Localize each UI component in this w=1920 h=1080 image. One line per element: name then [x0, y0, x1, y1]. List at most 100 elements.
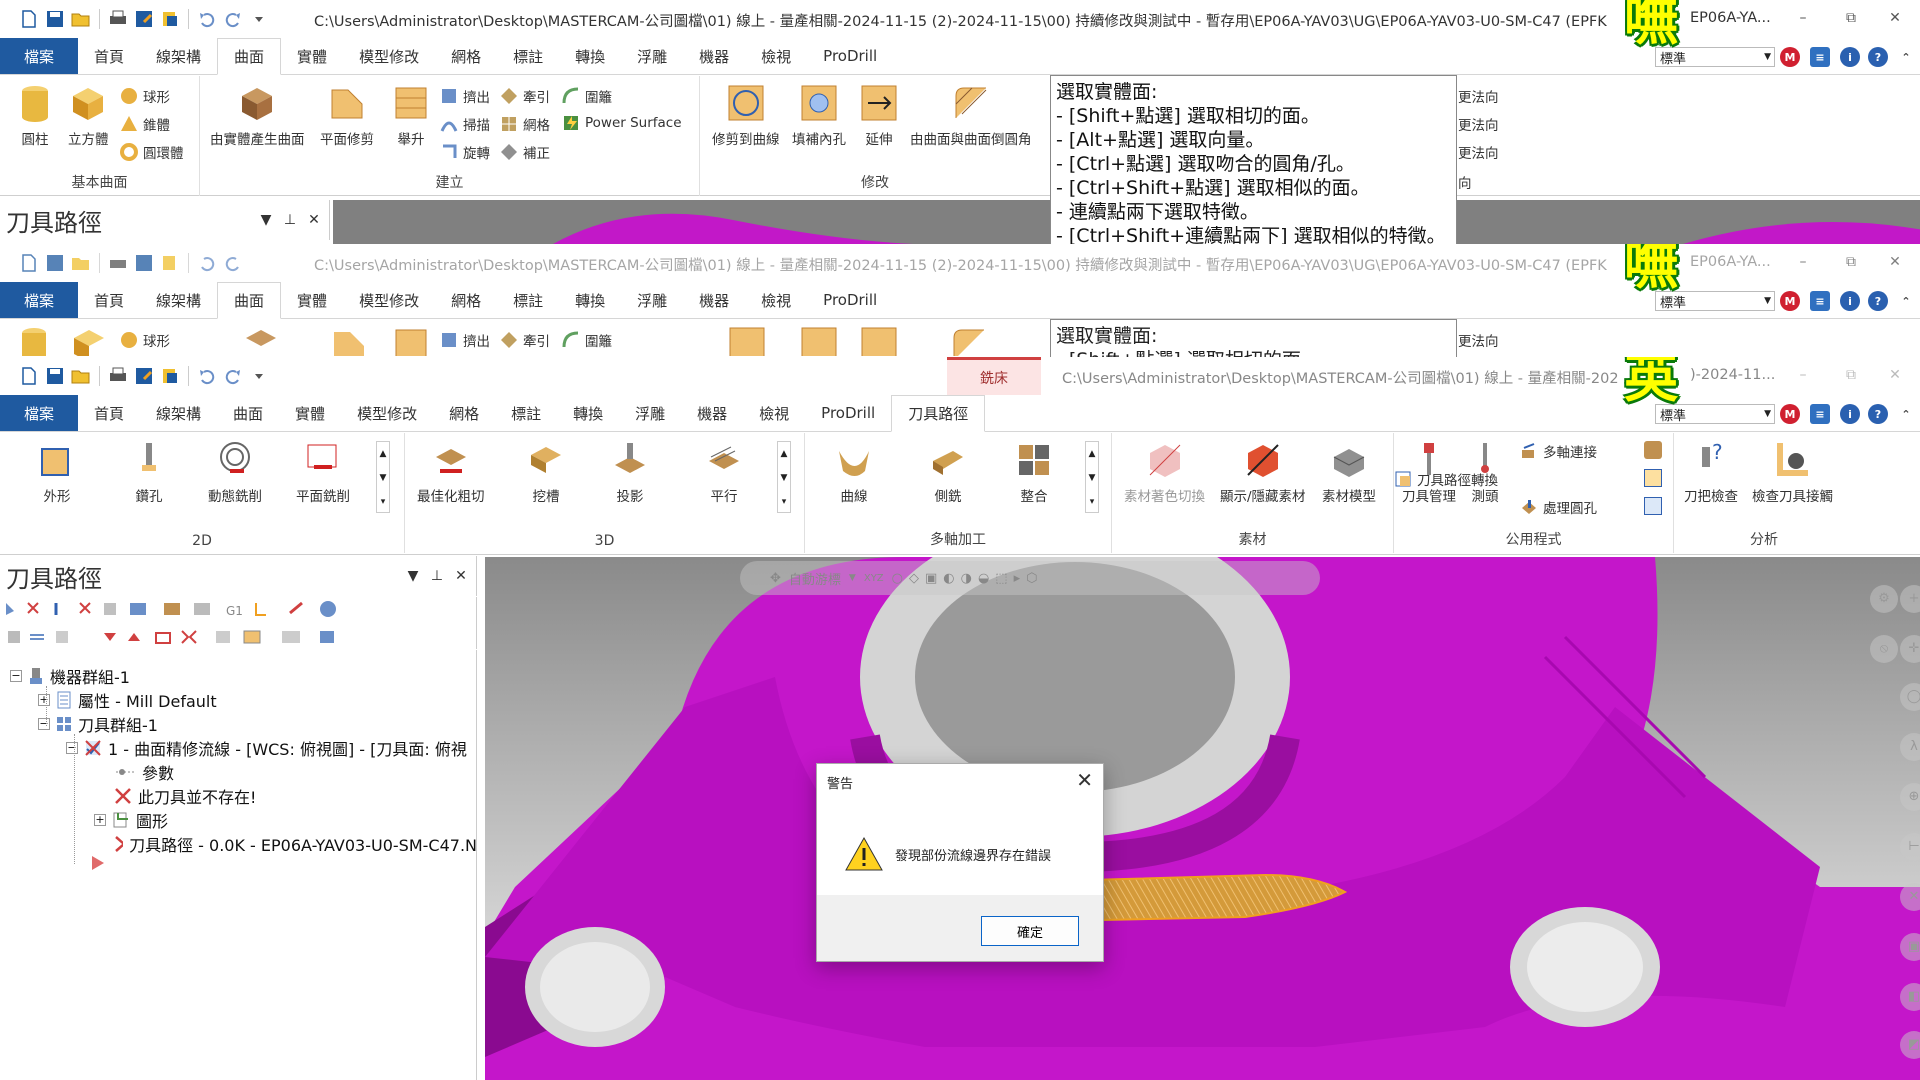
- tab-prodrill[interactable]: ProDrill: [807, 282, 893, 318]
- tab-solids[interactable]: 實體: [279, 395, 341, 431]
- draft-button[interactable]: 牽引: [500, 86, 550, 106]
- tab-view[interactable]: 檢視: [743, 395, 805, 431]
- normal-button[interactable]: 更法向: [1458, 330, 1499, 350]
- tab-machine[interactable]: 機器: [681, 395, 743, 431]
- tab-relief[interactable]: 浮雕: [621, 38, 683, 74]
- tab-drafting[interactable]: 標註: [497, 282, 559, 318]
- loft-button[interactable]: 舉升: [392, 84, 430, 148]
- fill-holes-button[interactable]: 填補內孔: [792, 84, 846, 148]
- save-as-icon[interactable]: [133, 8, 155, 30]
- close-window-button[interactable]: ✕: [1880, 365, 1910, 385]
- tab-home[interactable]: 首頁: [78, 282, 140, 318]
- info-icon[interactable]: i: [1840, 47, 1860, 67]
- collapse-ribbon-icon[interactable]: ⌃: [1896, 404, 1916, 424]
- print-icon[interactable]: [107, 365, 129, 387]
- info-icon[interactable]: i: [1840, 404, 1860, 424]
- context-tab-mill[interactable]: 銑床: [947, 357, 1041, 395]
- expand-icon[interactable]: +: [94, 814, 106, 826]
- print-icon[interactable]: [107, 252, 129, 274]
- collapse-icon[interactable]: −: [38, 718, 50, 730]
- open-folder-icon[interactable]: [70, 365, 92, 387]
- panel-dropdown-icon[interactable]: ▼: [404, 568, 422, 584]
- undo-icon[interactable]: [196, 365, 218, 387]
- chevron-down-icon[interactable]: ▼: [849, 573, 856, 583]
- collapse-icon[interactable]: −: [10, 670, 22, 682]
- surface-from-solid-button[interactable]: 由實體產生曲面: [210, 84, 305, 148]
- power-surface-button[interactable]: Power Surface: [562, 114, 682, 132]
- help-icon[interactable]: ?: [1868, 47, 1888, 67]
- holder-check-button[interactable]: ? 刀把檢查: [1684, 441, 1738, 505]
- gallery-scroll[interactable]: ▲ ▼ ▾: [777, 441, 791, 513]
- ok-button[interactable]: 確定: [981, 916, 1079, 946]
- contour-button[interactable]: 外形: [38, 441, 76, 505]
- tab-file[interactable]: 檔案: [0, 38, 78, 74]
- tab-machine[interactable]: 機器: [683, 38, 745, 74]
- tab-solids[interactable]: 實體: [281, 282, 343, 318]
- swarf-button[interactable]: 側銑: [929, 441, 967, 505]
- tab-home[interactable]: 首頁: [78, 38, 140, 74]
- check-tool-reach-button[interactable]: 檢查刀具接觸: [1752, 441, 1833, 505]
- hole-processing-button[interactable]: 處理圓孔: [1520, 497, 1597, 517]
- gallery-scroll[interactable]: ▲ ▼ ▾: [1085, 441, 1099, 513]
- tab-wireframe[interactable]: 線架構: [140, 38, 217, 74]
- tab-model-prep[interactable]: 模型修改: [341, 395, 433, 431]
- tab-transform[interactable]: 轉換: [557, 395, 619, 431]
- revolved-button[interactable]: 旋轉: [440, 142, 490, 162]
- extruded-button[interactable]: 擠出: [440, 86, 490, 106]
- close-window-button[interactable]: ✕: [1880, 252, 1910, 272]
- redo-icon[interactable]: [222, 8, 244, 30]
- stock-model-button[interactable]: 素材模型: [1322, 441, 1376, 505]
- extra-util-icon[interactable]: [1644, 469, 1662, 487]
- offset-button[interactable]: 補正: [500, 142, 550, 162]
- pocket-3d-button[interactable]: 挖槽: [527, 441, 565, 505]
- restore-button[interactable]: ⧉: [1836, 8, 1866, 28]
- fence-button[interactable]: 圍籬: [562, 86, 612, 106]
- panel-close-icon[interactable]: ✕: [452, 568, 470, 584]
- tab-surfaces[interactable]: 曲面: [217, 395, 279, 431]
- tab-file[interactable]: 檔案: [0, 395, 78, 431]
- swept-button[interactable]: 掃描: [440, 114, 490, 134]
- save-icon[interactable]: [44, 252, 66, 274]
- dialog-close-button[interactable]: ✕: [1076, 768, 1093, 792]
- add-icon[interactable]: +: [1900, 585, 1920, 613]
- mastercam-logo-icon[interactable]: M: [1780, 291, 1800, 311]
- customize-dropdown-icon[interactable]: [248, 365, 270, 387]
- tab-surfaces[interactable]: 曲面: [217, 38, 282, 75]
- save-icon[interactable]: [44, 8, 66, 30]
- tab-view[interactable]: 檢視: [745, 38, 807, 74]
- extra-util-icon[interactable]: [1644, 441, 1662, 459]
- minimize-button[interactable]: –: [1788, 8, 1818, 28]
- tab-solids[interactable]: 實體: [281, 38, 343, 74]
- chat-icon[interactable]: ≡: [1810, 291, 1830, 311]
- extruded-button[interactable]: 擠出: [440, 330, 490, 350]
- tab-model-prep[interactable]: 模型修改: [343, 38, 435, 74]
- tree-item-toolpath-file[interactable]: 刀具路徑 - 0.0K - EP06A-YAV03-U0-SM-C47.N: [114, 832, 477, 856]
- tab-mesh[interactable]: 網格: [433, 395, 495, 431]
- autocursor-label[interactable]: 自動游標: [789, 569, 841, 588]
- normal-button[interactable]: 更法向: [1458, 114, 1499, 134]
- net-button[interactable]: 網格: [500, 114, 550, 134]
- tab-transform[interactable]: 轉換: [559, 282, 621, 318]
- merge-icon[interactable]: [159, 8, 181, 30]
- tab-prodrill[interactable]: ProDrill: [805, 395, 891, 431]
- no-icon[interactable]: ⦸: [1870, 635, 1898, 663]
- panel-dropdown-icon[interactable]: ▼: [257, 212, 275, 228]
- face-button[interactable]: 平面銑削: [296, 441, 350, 505]
- tab-surfaces[interactable]: 曲面: [217, 282, 282, 319]
- tab-drafting[interactable]: 標註: [495, 395, 557, 431]
- tab-machine[interactable]: 機器: [683, 282, 745, 318]
- new-file-icon[interactable]: [18, 365, 40, 387]
- redo-icon[interactable]: [222, 365, 244, 387]
- sphere-button[interactable]: 球形: [120, 86, 170, 106]
- graphics-viewport[interactable]: ✥ 自動游標 ▼ XYZ ○◇▣◐◑◒⬚▸⬡ ⚙ + ⦸ ✛ ◯ λ ⊕ ⊢ ✕…: [485, 557, 1920, 1080]
- trim-to-curves-button[interactable]: 修剪到曲線: [712, 84, 780, 148]
- snap-icons[interactable]: ○◇▣◐◑◒⬚▸⬡: [892, 571, 1044, 586]
- tab-model-prep[interactable]: 模型修改: [343, 282, 435, 318]
- dynamic-mill-button[interactable]: 動態銑削: [208, 441, 262, 505]
- tab-toolpaths[interactable]: 刀具路徑: [891, 395, 986, 432]
- extend-button[interactable]: 延伸: [860, 84, 898, 148]
- mastercam-logo-icon[interactable]: M: [1780, 404, 1800, 424]
- tab-mesh[interactable]: 網格: [435, 38, 497, 74]
- sphere-button[interactable]: 球形: [120, 330, 170, 350]
- toolpath-transform-button[interactable]: 刀具路徑轉換: [1394, 469, 1498, 489]
